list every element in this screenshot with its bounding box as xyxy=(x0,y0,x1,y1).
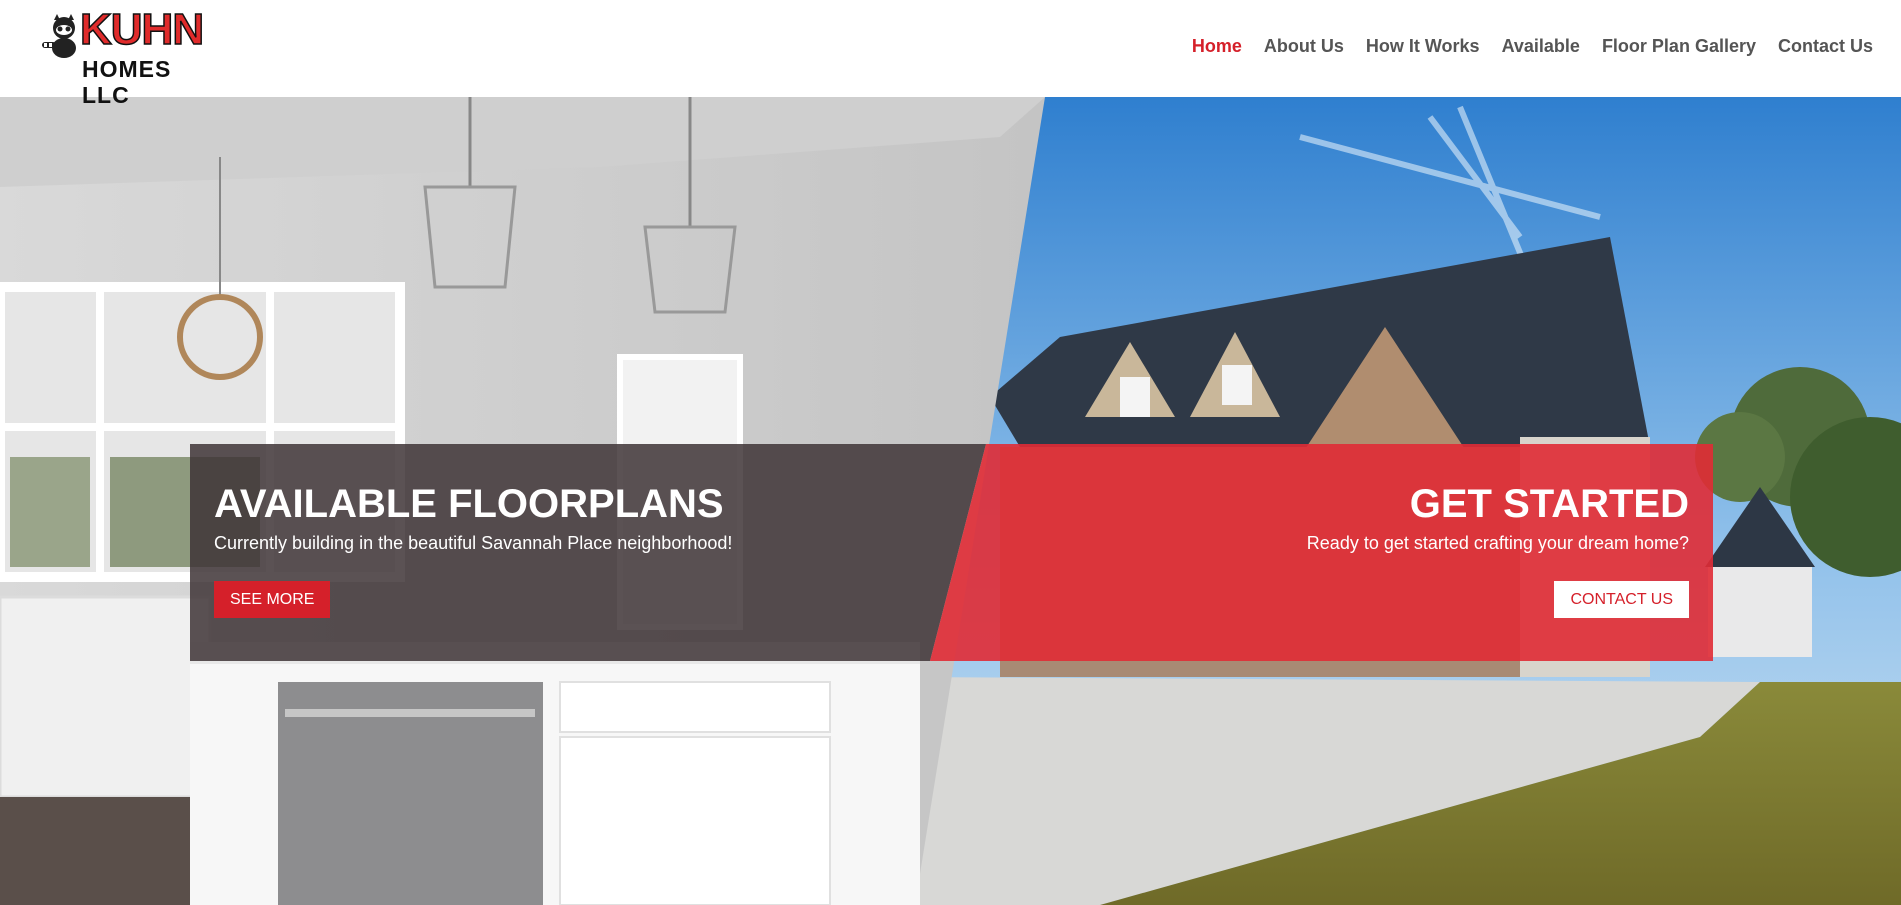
get-started-panel: GET STARTED Ready to get started craftin… xyxy=(928,444,1713,661)
available-floorplans-panel: AVAILABLE FLOORPLANS Currently building … xyxy=(190,444,980,661)
get-started-subtitle: Ready to get started crafting your dream… xyxy=(1306,533,1689,553)
logo-wordmark-kuhn: KUHN xyxy=(79,5,205,54)
get-started-title: GET STARTED xyxy=(1409,482,1689,526)
available-floorplans-title: AVAILABLE FLOORPLANS xyxy=(214,482,724,526)
nav-item-how-it-works[interactable]: How It Works xyxy=(1366,36,1480,57)
nav-item-available[interactable]: Available xyxy=(1502,36,1580,57)
logo-wordmark-homes: HOMES LLC xyxy=(82,56,172,108)
logo[interactable]: KUHN HOMES LLC xyxy=(40,5,215,108)
nav-item-about-us[interactable]: About Us xyxy=(1264,36,1344,57)
contact-us-button[interactable]: CONTACT US xyxy=(1554,581,1689,618)
nav-item-floor-plan-gallery[interactable]: Floor Plan Gallery xyxy=(1602,36,1756,57)
site-header: KUHN HOMES LLC Home About Us How It Work… xyxy=(0,0,1901,108)
main-nav: Home About Us How It Works Available Flo… xyxy=(1170,36,1873,57)
available-floorplans-subtitle: Currently building in the beautiful Sava… xyxy=(214,533,733,553)
nav-item-contact-us[interactable]: Contact Us xyxy=(1778,36,1873,57)
see-more-button[interactable]: SEE MORE xyxy=(214,581,331,618)
nav-item-home[interactable]: Home xyxy=(1192,36,1242,57)
hero-section: AVAILABLE FLOORPLANS Currently building … xyxy=(0,97,1901,905)
